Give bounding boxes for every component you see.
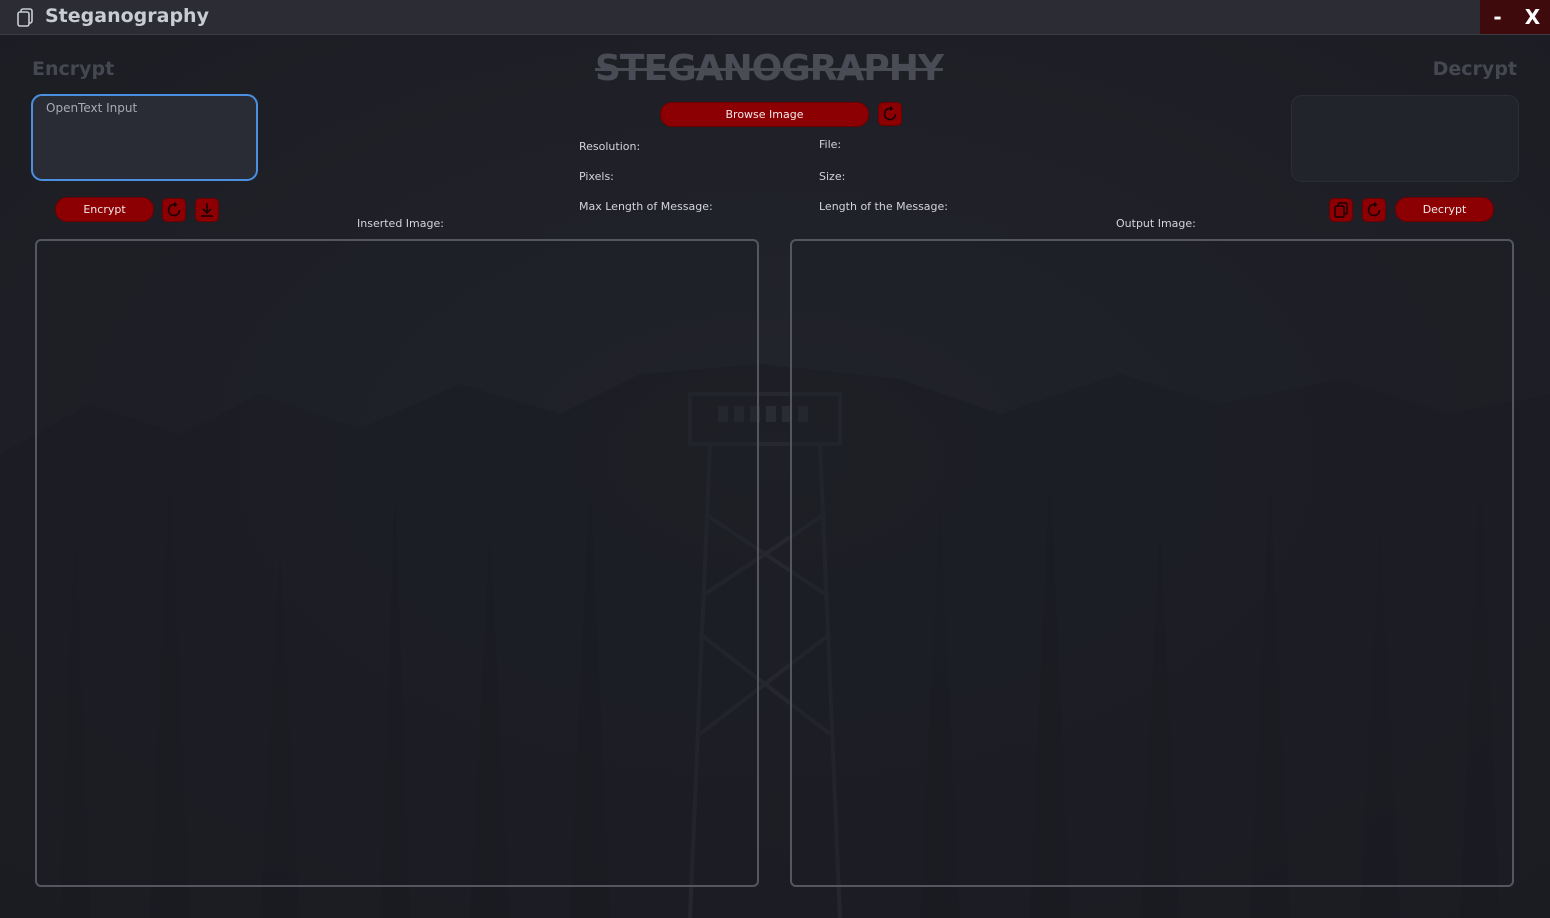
decrypt-button[interactable]: Decrypt	[1395, 197, 1494, 222]
title-bar[interactable]: Steganography - X	[0, 0, 1550, 35]
browse-reset-button[interactable]	[878, 102, 902, 126]
app-title: STEGANOGRAPHY	[595, 48, 944, 89]
window-title: Steganography	[45, 5, 209, 27]
max-length-label: Max Length of Message:	[579, 200, 713, 213]
copy-icon	[1334, 202, 1348, 218]
download-icon	[201, 203, 213, 217]
file-label: File:	[819, 138, 842, 151]
pixels-label: Pixels:	[579, 170, 614, 183]
resolution-label: Resolution:	[579, 140, 641, 153]
minimize-button[interactable]: -	[1480, 0, 1515, 34]
copy-icon	[17, 8, 33, 27]
decrypt-reset-button[interactable]	[1362, 198, 1386, 222]
copy-button[interactable]	[1329, 198, 1353, 222]
encrypt-heading: Encrypt	[32, 58, 115, 80]
refresh-icon	[1367, 202, 1381, 217]
size-label: Size:	[819, 170, 846, 183]
browse-image-button[interactable]: Browse Image	[660, 102, 869, 127]
opentext-input[interactable]	[31, 94, 258, 181]
app-window: Steganography - X Encrypt Decrypt STEGAN…	[0, 0, 1550, 918]
refresh-icon	[167, 202, 181, 217]
refresh-icon	[883, 106, 897, 121]
encrypt-button[interactable]: Encrypt	[55, 197, 154, 222]
decrypted-output-box[interactable]	[1291, 95, 1519, 182]
window-controls: - X	[1480, 0, 1550, 34]
output-image-panel[interactable]	[790, 239, 1514, 887]
inserted-image-label: Inserted Image:	[357, 217, 444, 230]
message-length-label: Length of the Message:	[819, 200, 949, 213]
decrypt-heading: Decrypt	[1432, 58, 1517, 80]
encrypt-reset-button[interactable]	[162, 198, 186, 222]
inserted-image-panel[interactable]	[35, 239, 759, 887]
download-button[interactable]	[195, 198, 219, 222]
output-image-label: Output Image:	[1116, 217, 1196, 230]
close-button[interactable]: X	[1515, 0, 1550, 34]
